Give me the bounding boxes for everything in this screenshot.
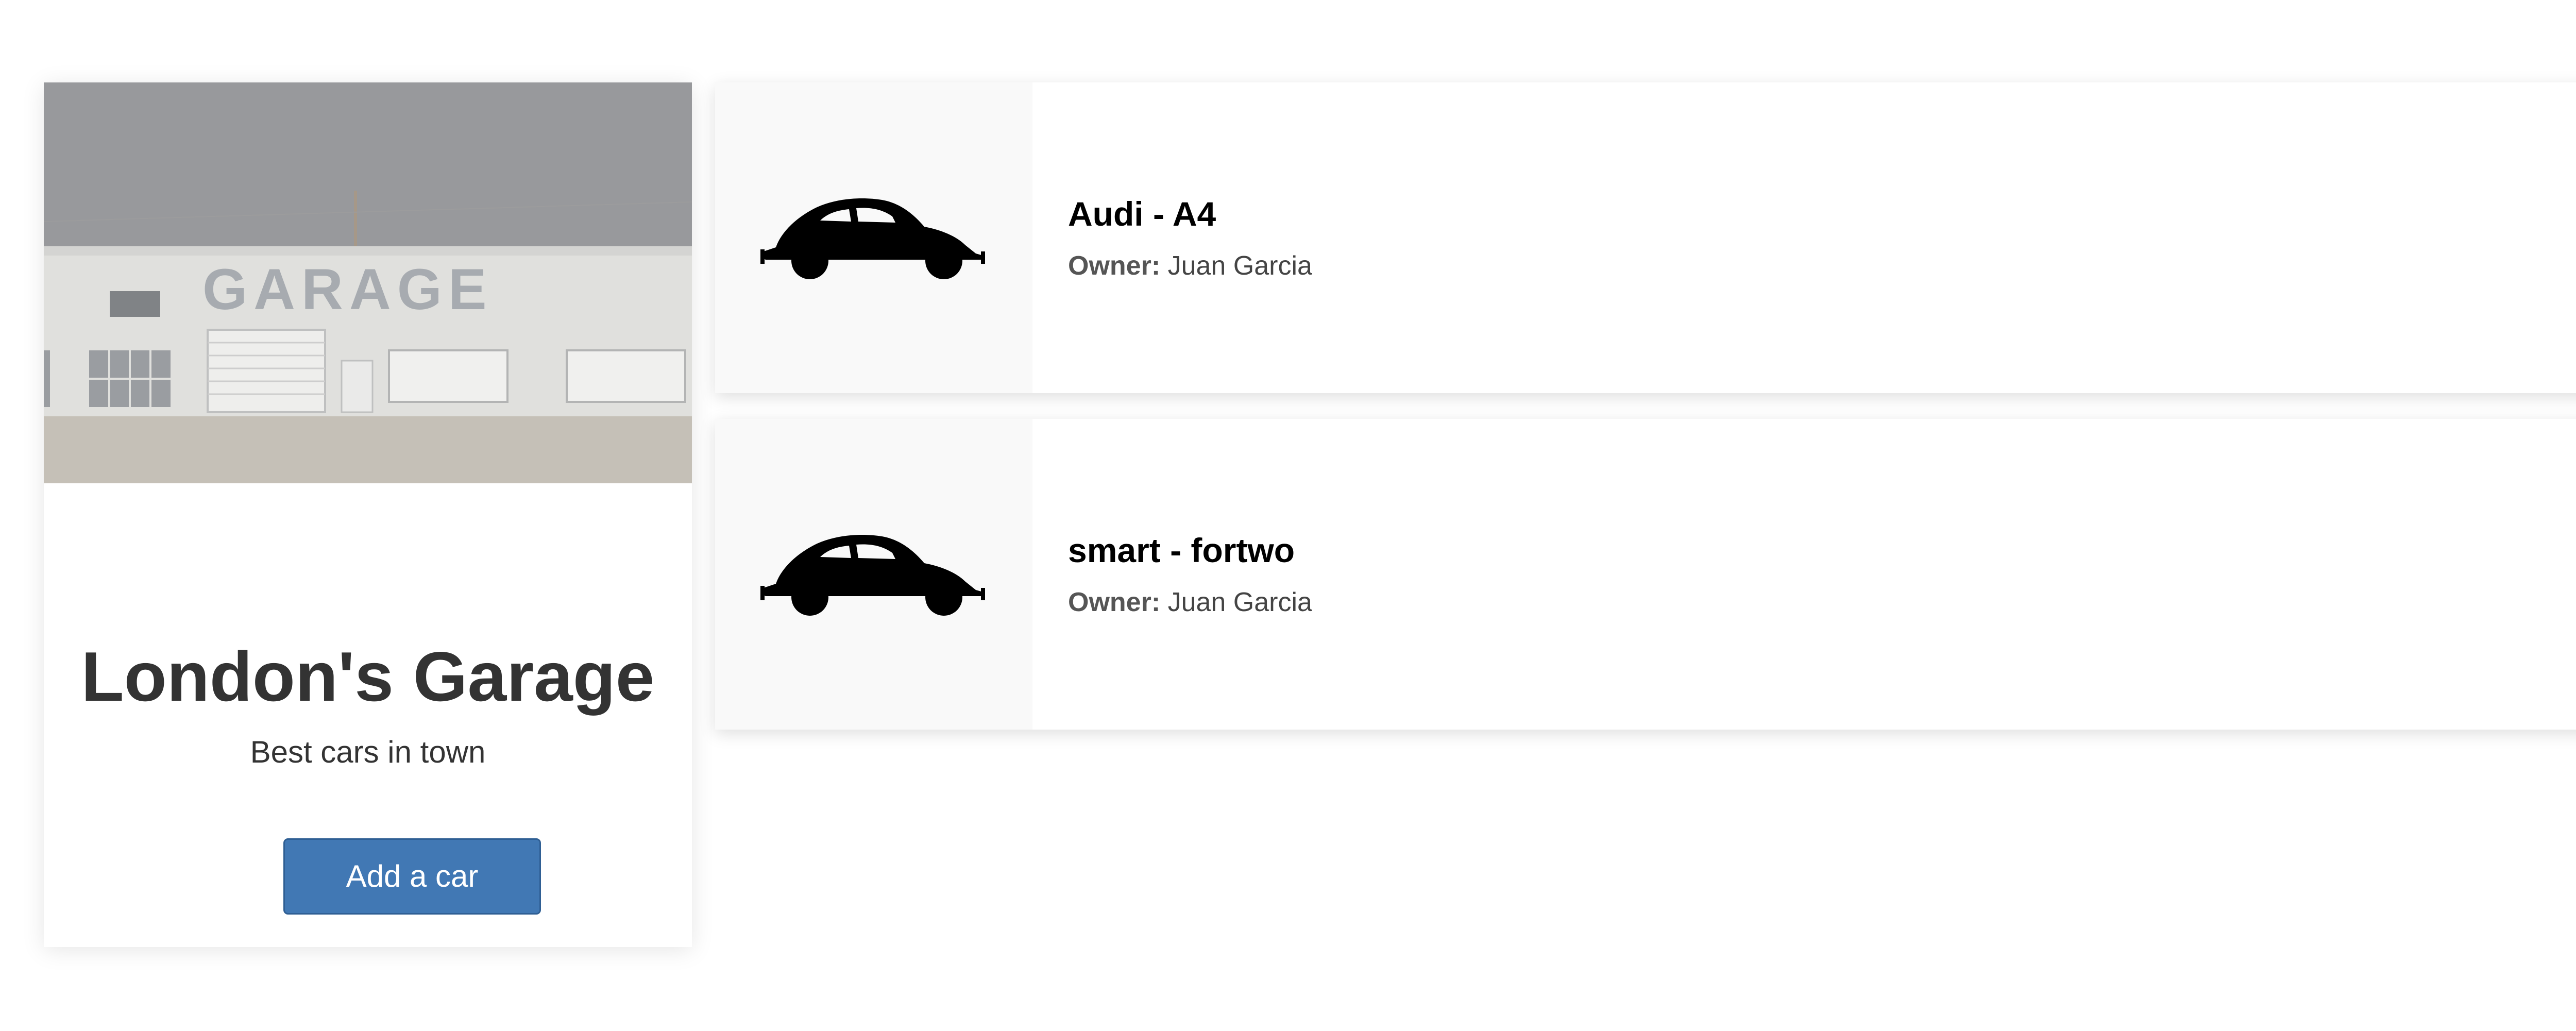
garage-subtitle: Best cars in town	[250, 735, 486, 769]
car-title: smart - fortwo	[1068, 531, 1295, 569]
owner-label: Owner:	[1068, 251, 1161, 281]
car-owner: Owner: Juan Garcia	[1068, 252, 1312, 279]
car-thumbnail	[715, 82, 1032, 393]
garage-title: London's Garage	[81, 637, 655, 716]
car-list-item[interactable]: Audi - A4 Owner: Juan Garcia	[715, 82, 2576, 393]
owner-label: Owner:	[1068, 587, 1161, 617]
car-owner: Owner: Juan Garcia	[1068, 589, 1312, 616]
owner-name: Juan Garcia	[1167, 251, 1312, 281]
car-icon	[760, 198, 985, 279]
car-title: Audi - A4	[1068, 195, 1216, 233]
garage-card: GARAGE London's Garage Best cars in town…	[44, 82, 692, 947]
car-icon	[760, 534, 985, 616]
add-car-button[interactable]: Add a car	[283, 838, 541, 915]
car-list-item[interactable]: smart - fortwo Owner: Juan Garcia	[715, 419, 2576, 730]
car-thumbnail	[715, 419, 1032, 730]
owner-name: Juan Garcia	[1167, 587, 1312, 617]
garage-photo: GARAGE	[44, 82, 692, 483]
